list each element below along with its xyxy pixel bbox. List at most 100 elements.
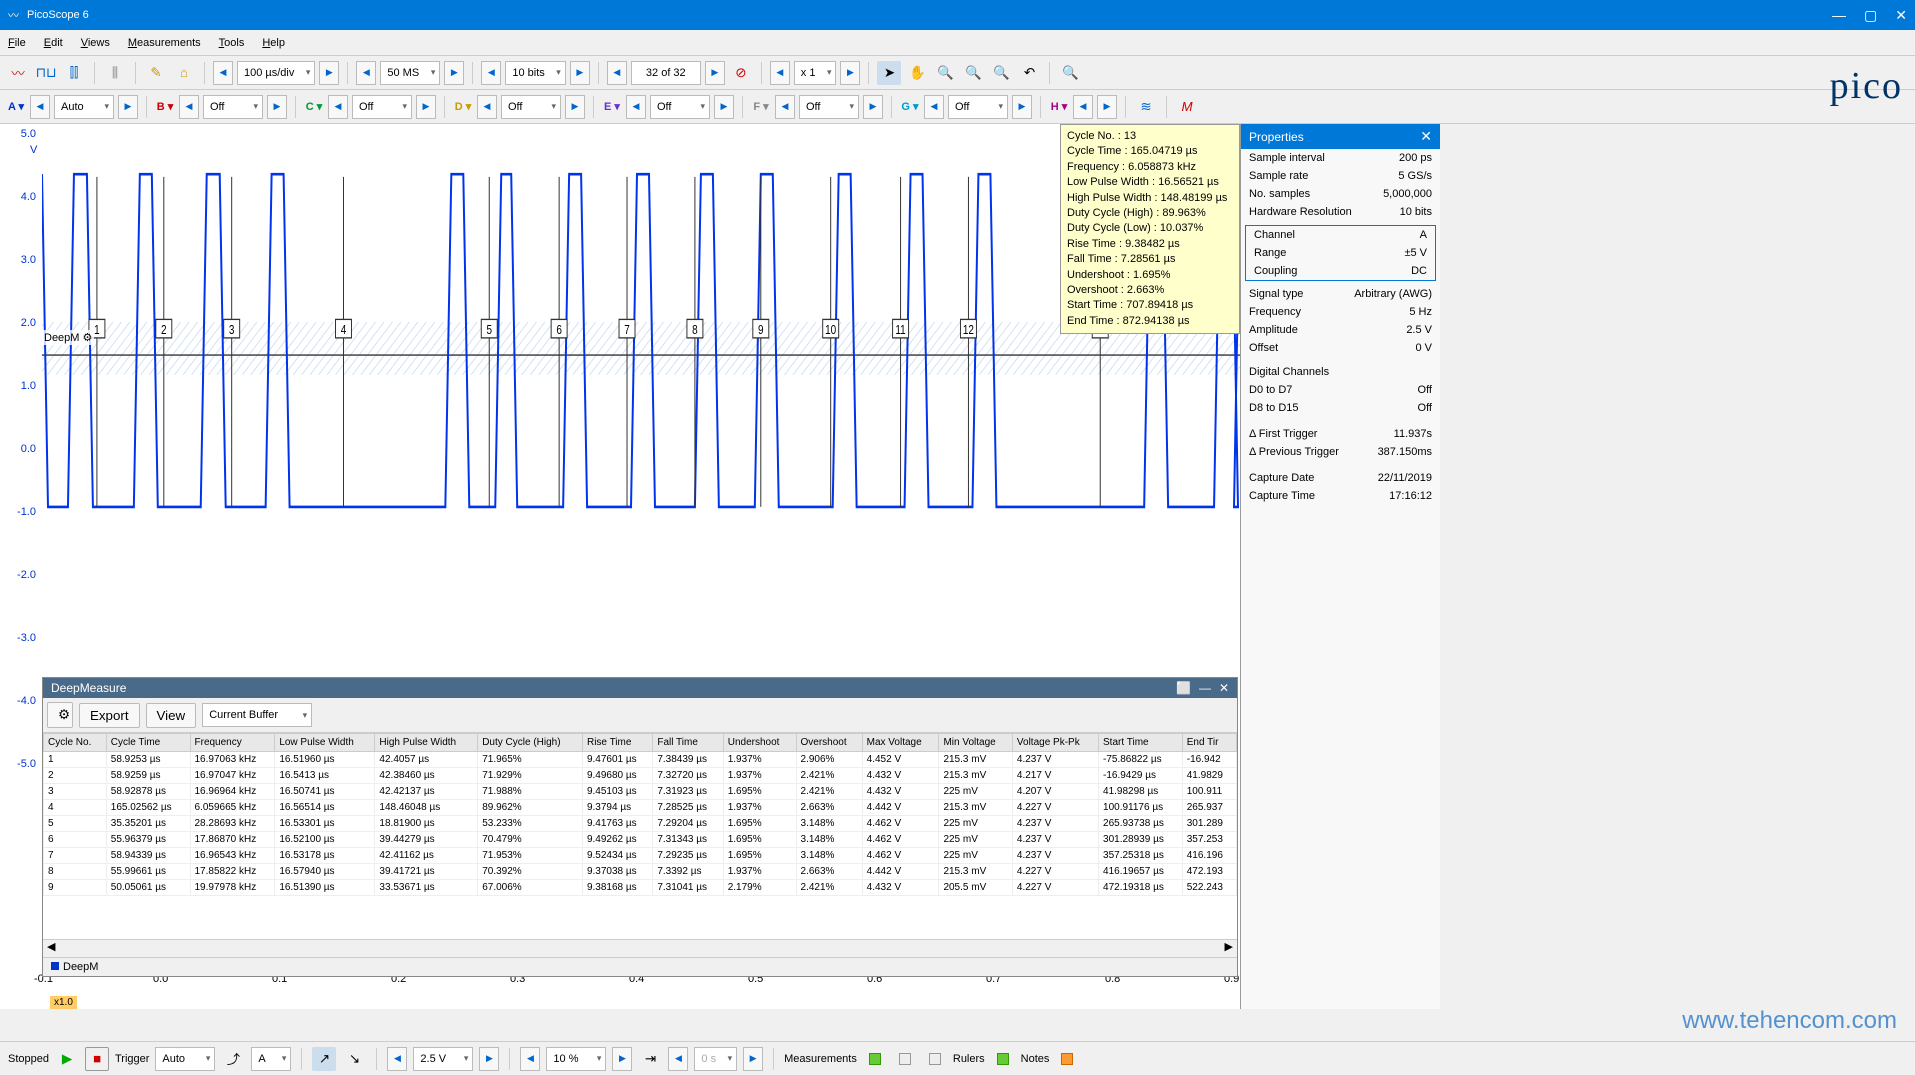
ch-e-next[interactable]: ▶ [714,95,734,119]
signal-gen-icon[interactable]: ⫼ [103,61,127,85]
dm-column-header[interactable]: Start Time [1099,734,1183,752]
menu-edit[interactable]: Edit [44,37,63,49]
buffer-prev[interactable]: ◀ [607,61,627,85]
maximize-button[interactable]: ▢ [1864,7,1877,24]
dm-buffer-select[interactable]: Current Buffer [202,703,312,727]
channel-d-label[interactable]: D ▾ [453,95,473,119]
dm-column-header[interactable]: Cycle No. [44,734,107,752]
trigger-edge-icon[interactable]: ⤴ [221,1047,245,1071]
pretrigger[interactable]: 10 % [546,1047,606,1071]
ch-b-prev[interactable]: ◀ [179,95,199,119]
dm-column-header[interactable]: End Tir [1182,734,1236,752]
zoom-in-icon[interactable]: 🔍 [933,61,957,85]
home-icon[interactable]: ⌂ [172,61,196,85]
samples-next[interactable]: ▶ [444,61,464,85]
ch-a-prev[interactable]: ◀ [30,95,50,119]
ch-f-prev[interactable]: ◀ [775,95,795,119]
ch-g-prev[interactable]: ◀ [924,95,944,119]
dm-column-header[interactable]: Low Pulse Width [275,734,375,752]
dm-settings-icon[interactable]: ⚙ [47,702,73,728]
samples-select[interactable]: 50 MS [380,61,440,85]
table-row[interactable]: 950.05061 µs19.97978 kHz16.51390 µs33.53… [44,880,1237,896]
close-button[interactable]: ✕ [1895,7,1907,24]
ch-b-range[interactable]: Off [203,95,263,119]
table-row[interactable]: 158.9253 µs16.97063 kHz16.51960 µs42.405… [44,752,1237,768]
zoom-window-icon[interactable]: 🔍 [1058,61,1082,85]
table-row[interactable]: 855.99661 µs17.85822 kHz16.57940 µs39.41… [44,864,1237,880]
channel-g-label[interactable]: G ▾ [900,95,920,119]
rising-edge-icon[interactable]: ↗ [312,1047,336,1071]
wand-icon[interactable]: ✎ [144,61,168,85]
ch-c-range[interactable]: Off [352,95,412,119]
deepmeasure-title-bar[interactable]: DeepMeasure ⬜ — ✕ [43,678,1237,698]
zoom-select[interactable]: x 1 [794,61,837,85]
pretrigger-next[interactable]: ▶ [612,1047,632,1071]
dm-horizontal-scrollbar[interactable]: ◀ ▶ [43,939,1237,957]
table-row[interactable]: 535.35201 µs28.28693 kHz16.53301 µs18.81… [44,816,1237,832]
bits-select[interactable]: 10 bits [505,61,565,85]
dm-column-header[interactable]: Max Voltage [862,734,939,752]
stop-button[interactable]: ■ [85,1047,109,1071]
timebase-prev[interactable]: ◀ [213,61,233,85]
dm-table[interactable]: Cycle No.Cycle TimeFrequencyLow Pulse Wi… [43,733,1237,939]
digital-icon[interactable]: ≋ [1134,95,1158,119]
ch-c-prev[interactable]: ◀ [328,95,348,119]
scope-view[interactable]: V 5.04.03.02.01.00.0-1.0-2.0-3.0-4.0-5.0… [0,124,1240,1009]
spectrum-mode-icon[interactable]: ⫿⫿ [62,61,86,85]
ch-c-next[interactable]: ▶ [416,95,436,119]
menu-measurements[interactable]: Measurements [128,37,201,49]
menu-file[interactable]: File [8,37,26,49]
scope-mode-icon[interactable]: 〰 [6,61,30,85]
minimize-button[interactable]: — [1832,7,1846,24]
dm-column-header[interactable]: Min Voltage [939,734,1012,752]
zoom-out-icon[interactable]: 🔍 [961,61,985,85]
samples-prev[interactable]: ◀ [356,61,376,85]
ch-d-next[interactable]: ▶ [565,95,585,119]
delay-next[interactable]: ▶ [743,1047,763,1071]
ch-f-next[interactable]: ▶ [863,95,883,119]
dm-column-header[interactable]: Cycle Time [106,734,190,752]
channel-b-label[interactable]: B ▾ [155,95,175,119]
delay-prev[interactable]: ◀ [668,1047,688,1071]
math-icon[interactable]: M [1175,95,1199,119]
zoom-undo-icon[interactable]: ↶ [1017,61,1041,85]
hand-icon[interactable]: ✋ [905,61,929,85]
pointer-icon[interactable]: ➤ [877,61,901,85]
add-measurement-icon[interactable] [863,1047,887,1071]
table-row[interactable]: 258.9259 µs16.97047 kHz16.5413 µs42.3846… [44,768,1237,784]
buffer-overview-icon[interactable]: ⊘ [729,61,753,85]
dm-column-header[interactable]: Undershoot [723,734,796,752]
pretrigger-icon[interactable]: ⇥ [638,1047,662,1071]
dm-view-button[interactable]: View [146,703,197,728]
trigger-level[interactable]: 2.5 V [413,1047,473,1071]
remove-measurement-icon[interactable] [923,1047,947,1071]
ch-d-range[interactable]: Off [501,95,561,119]
ch-h-next[interactable]: ▶ [1097,95,1117,119]
ch-g-range[interactable]: Off [948,95,1008,119]
zoom-fit-icon[interactable]: 🔍 [989,61,1013,85]
table-row[interactable]: 758.94339 µs16.96543 kHz16.53178 µs42.41… [44,848,1237,864]
menu-views[interactable]: Views [81,37,110,49]
bits-next[interactable]: ▶ [570,61,590,85]
dm-column-header[interactable]: Rise Time [582,734,652,752]
ch-h-prev[interactable]: ◀ [1073,95,1093,119]
channel-a-label[interactable]: A ▾ [6,95,26,119]
trigger-level-next[interactable]: ▶ [479,1047,499,1071]
channel-f-label[interactable]: F ▾ [751,95,771,119]
zoom-next[interactable]: ▶ [840,61,860,85]
falling-edge-icon[interactable]: ↘ [342,1047,366,1071]
ch-e-range[interactable]: Off [650,95,710,119]
delay[interactable]: 0 s [694,1047,737,1071]
menu-help[interactable]: Help [262,37,285,49]
ch-a-range[interactable]: Auto [54,95,114,119]
notes-icon[interactable] [1055,1047,1079,1071]
menu-tools[interactable]: Tools [219,37,245,49]
dm-column-header[interactable]: Overshoot [796,734,862,752]
dm-column-header[interactable]: Voltage Pk-Pk [1012,734,1098,752]
dm-column-header[interactable]: Frequency [190,734,275,752]
dm-minimize-icon[interactable]: — [1199,681,1211,695]
persistence-mode-icon[interactable]: ⊓⊔ [34,61,58,85]
table-row[interactable]: 4165.02562 µs6.059665 kHz16.56514 µs148.… [44,800,1237,816]
ch-g-next[interactable]: ▶ [1012,95,1032,119]
ch-d-prev[interactable]: ◀ [477,95,497,119]
